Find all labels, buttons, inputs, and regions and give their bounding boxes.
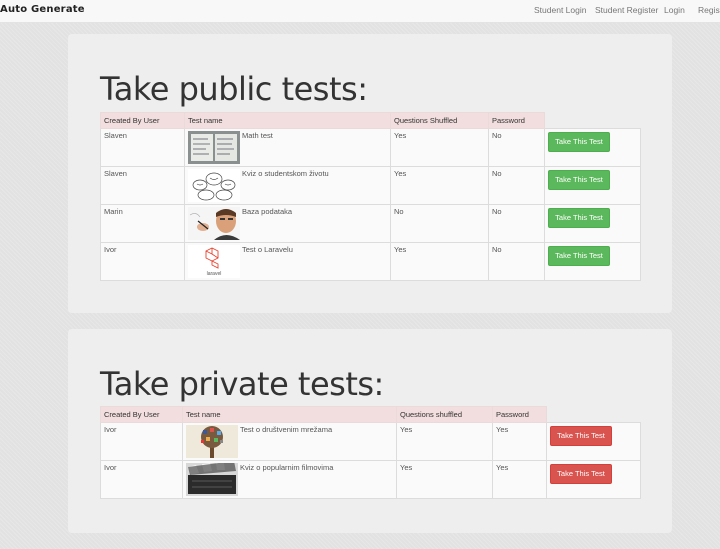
cell-password: Yes [492,460,547,499]
database-man-thumbnail [188,207,240,240]
cell-shuffled: Yes [396,460,493,499]
cell-user: Ivor [100,242,185,281]
header-questions-shuffled: Questions Shuffled [390,112,489,129]
cell-user: Marin [100,204,185,243]
take-test-button[interactable]: Take This Test [550,426,612,446]
cell-test-name: laravel Test o Laravelu [184,242,391,281]
table-row: Slaven Kviz o studentskom životu Yes No … [100,166,641,205]
navbar: Auto Generate Student Login Student Regi… [0,0,720,23]
brand-logo[interactable]: Auto Generate [0,4,85,15]
test-name-text: Baza podataka [242,207,293,216]
table-row: Ivor [100,422,641,461]
cell-shuffled: No [390,204,489,243]
clapperboard-thumbnail [186,463,238,496]
cell-action: Take This Test [544,166,641,205]
cell-action: Take This Test [546,422,641,461]
public-tests-panel: Take public tests: Created By User Test … [68,34,672,313]
cell-shuffled: Yes [396,422,493,461]
test-name-text: Kviz o studentskom životu [242,169,329,178]
laravel-logo-thumbnail: laravel [188,245,240,278]
header-password: Password [488,112,545,129]
table-row: Slaven Math test Yes No Take This Test [100,128,641,167]
student-life-sketch-thumbnail [188,169,240,202]
take-test-button[interactable]: Take This Test [548,170,610,190]
cell-shuffled: Yes [390,128,489,167]
table-header-row: Created By User Test name Questions shuf… [100,406,641,423]
cell-password: No [488,242,545,281]
header-action-blank [547,407,641,423]
cell-test-name: Test o društvenim mrežama [182,422,397,461]
table-header-row: Created By User Test name Questions Shuf… [100,112,641,129]
cell-user: Ivor [100,422,183,461]
cell-test-name: Math test [184,128,391,167]
cell-password: No [488,204,545,243]
nav-student-register[interactable]: Student Register [595,5,658,15]
private-tests-table: Created By User Test name Questions shuf… [100,406,641,499]
take-test-button[interactable]: Take This Test [548,246,610,266]
cell-action: Take This Test [544,242,641,281]
cell-action: Take This Test [546,460,641,499]
header-created-by: Created By User [100,406,183,423]
laravel-logo-text: laravel [207,271,222,277]
header-test-name: Test name [184,112,391,129]
nav-login[interactable]: Login [664,5,685,15]
public-tests-title: Take public tests: [100,70,368,108]
take-test-button[interactable]: Take This Test [550,464,612,484]
nav-register[interactable]: Register [698,5,720,15]
cell-test-name: Baza podataka [184,204,391,243]
social-network-tree-thumbnail [186,425,238,458]
nav-student-login[interactable]: Student Login [534,5,586,15]
cell-user: Slaven [100,128,185,167]
cell-test-name: Kviz o studentskom životu [184,166,391,205]
header-created-by: Created By User [100,112,185,129]
public-tests-table: Created By User Test name Questions Shuf… [100,112,641,281]
test-name-text: Math test [242,131,273,140]
cell-user: Slaven [100,166,185,205]
table-row: Ivor laravel Test o Laravelu Yes No Take… [100,242,641,281]
cell-shuffled: Yes [390,242,489,281]
cell-password: No [488,166,545,205]
take-test-button[interactable]: Take This Test [548,208,610,228]
math-notes-thumbnail [188,131,240,164]
cell-password: No [488,128,545,167]
header-test-name: Test name [182,406,397,423]
test-name-text: Kviz o popularnim filmovima [240,463,334,472]
cell-user: Ivor [100,460,183,499]
table-row: Marin Baza podataka No No Take This Test [100,204,641,243]
test-name-text: Test o društvenim mrežama [240,425,333,434]
table-row: Ivor [100,460,641,499]
private-tests-panel: Take private tests: Created By User Test… [68,329,672,533]
cell-action: Take This Test [544,128,641,167]
header-password: Password [492,406,547,423]
private-tests-title: Take private tests: [100,365,384,403]
test-name-text: Test o Laravelu [242,245,293,254]
cell-shuffled: Yes [390,166,489,205]
cell-action: Take This Test [544,204,641,243]
cell-test-name: Kviz o popularnim filmovima [182,460,397,499]
cell-password: Yes [492,422,547,461]
take-test-button[interactable]: Take This Test [548,132,610,152]
header-questions-shuffled: Questions shuffled [396,406,493,423]
header-action-blank [545,113,641,129]
